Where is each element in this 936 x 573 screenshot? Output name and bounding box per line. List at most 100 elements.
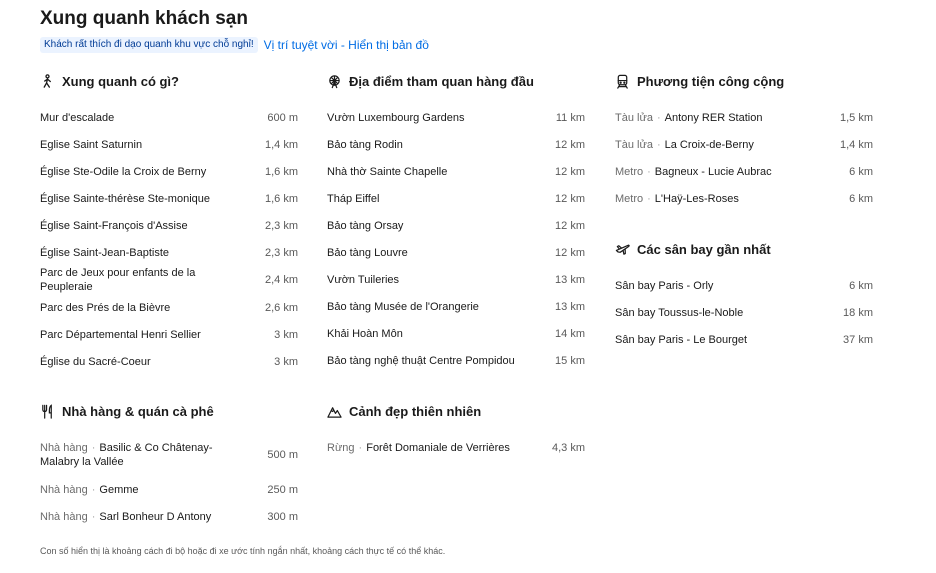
place-name: Metro · L'Haÿ-Les-Roses xyxy=(615,192,739,206)
section-attractions-header: Địa điểm tham quan hàng đầu xyxy=(327,72,585,90)
place-name: Sân bay Paris - Le Bourget xyxy=(615,333,747,347)
place-name-text: Parc des Prés de la Bièvre xyxy=(40,301,171,314)
list-item: Parc de Jeux pour enfants de la Peuplera… xyxy=(40,266,298,294)
list-item: Église Saint-François d'Assise 2,3 km xyxy=(40,212,298,239)
place-distance: 12 km xyxy=(555,246,585,259)
place-distance: 500 m xyxy=(267,449,298,461)
place-name-text: Forêt Domaniale de Verrières xyxy=(366,441,510,454)
nature-list: Rừng · Forêt Domaniale de Verrières 4,3 km xyxy=(327,434,585,461)
place-distance: 1,6 km xyxy=(264,192,298,205)
place-name: Bảo tàng Orsay xyxy=(327,219,403,233)
place-name-text: Église du Sacré-Coeur xyxy=(40,355,151,368)
list-item: Bảo tàng nghệ thuật Centre Pompidou 15 km xyxy=(327,347,585,374)
show-map-link[interactable]: Vị trí tuyệt vời - Hiển thị bản đồ xyxy=(264,38,429,52)
place-name: Nhà hàng · Sarl Bonheur D Antony xyxy=(40,510,211,524)
section-transit-header: Phương tiện công cộng xyxy=(615,72,873,90)
section-attractions-title: Địa điểm tham quan hàng đầu xyxy=(349,73,534,89)
place-distance: 12 km xyxy=(555,192,585,205)
section-transit: Phương tiện công cộng Tàu lửa · Antony RER… xyxy=(615,72,873,212)
ferris-wheel-icon xyxy=(329,74,340,88)
list-item: Église Saint-Jean-Baptiste 2,3 km xyxy=(40,239,298,266)
place-name-text: Sân bay Toussus-le-Noble xyxy=(615,306,744,319)
list-item: Parc Départemental Henri Sellier 3 km xyxy=(40,321,298,348)
place-name-text: Bảo tàng Rodin xyxy=(327,138,403,151)
place-name-text: Bảo tàng nghệ thuật Centre Pompidou xyxy=(327,354,515,367)
list-item: Église Sainte-thérèse Ste-monique 1,6 km xyxy=(40,185,298,212)
place-name: Tàu lửa · Antony RER Station xyxy=(615,111,762,125)
place-distance: 2,3 km xyxy=(264,246,298,259)
list-item: Khải Hoàn Môn 14 km xyxy=(327,320,585,347)
walking-person-icon xyxy=(43,73,51,88)
list-item: Église Ste-Odile la Croix de Berny 1,6 km xyxy=(40,158,298,185)
list-item: Nhà hàng · Basilic & Co Châtenay-Malabry l… xyxy=(40,434,298,476)
place-name: Metro · Bagneux - Lucie Aubrac xyxy=(615,165,772,179)
place-name: Bảo tàng Musée de l'Orangerie xyxy=(327,300,479,314)
place-distance: 1,6 km xyxy=(264,165,298,178)
section-restaurants: Nhà hàng & quán cà phê Nhà hàng · Basilic … xyxy=(40,402,298,530)
list-item: Sân bay Paris - Orly 6 km xyxy=(615,272,873,299)
list-item: Tàu lửa · Antony RER Station 1,5 km xyxy=(615,104,873,131)
place-name: Nhà hàng · Gemme xyxy=(40,483,139,497)
place-name: Khải Hoàn Môn xyxy=(327,327,403,341)
place-name: Parc de Jeux pour enfants de la Peuplera… xyxy=(40,266,245,294)
place-name: Église du Sacré-Coeur xyxy=(40,355,151,369)
place-name-text: Sân bay Paris - Orly xyxy=(615,279,714,292)
list-item: Metro · Bagneux - Lucie Aubrac 6 km xyxy=(615,158,873,185)
separator-dot: · xyxy=(647,192,651,205)
place-distance: 15 km xyxy=(555,354,585,367)
separator-dot: · xyxy=(358,441,363,454)
place-category: Nhà hàng xyxy=(40,510,88,523)
place-category: Tàu lửa xyxy=(615,111,653,124)
separator-dot: · xyxy=(91,483,96,496)
place-distance: 13 km xyxy=(555,300,585,313)
list-item: Nhà hàng · Gemme 250 m xyxy=(40,476,298,503)
place-distance: 4,3 km xyxy=(551,441,585,454)
place-name-text: Église Saint-François d'Assise xyxy=(40,219,188,232)
list-item: Nhà thờ Sainte Chapelle 12 km xyxy=(327,158,585,185)
guest-favorite-badge: Khách rất thích đi dạo quanh khu vực chỗ… xyxy=(40,37,258,53)
place-name: Vườn Tuileries xyxy=(327,273,399,287)
transit-list: Tàu lửa · Antony RER Station 1,5 km Tàu lửa ·… xyxy=(615,104,873,212)
section-nature-header: Cảnh đẹp thiên nhiên xyxy=(327,402,585,420)
place-name-text: La Croix-de-Berny xyxy=(664,138,754,151)
place-name: Nhà hàng · Basilic & Co Châtenay-Malabry l… xyxy=(40,441,245,469)
place-distance: 3 km xyxy=(274,355,298,368)
place-category: Rừng xyxy=(327,441,355,454)
list-item: Vườn Tuileries 13 km xyxy=(327,266,585,293)
section-around-header: Xung quanh có gì? xyxy=(40,72,298,90)
list-item: Tàu lửa · La Croix-de-Berny 1,4 km xyxy=(615,131,873,158)
mountain-icon xyxy=(327,406,342,418)
place-name: Église Sainte-thérèse Ste-monique xyxy=(40,192,210,206)
place-distance: 12 km xyxy=(555,165,585,178)
place-name-text: Khải Hoàn Môn xyxy=(327,327,403,340)
place-name: Bảo tàng nghệ thuật Centre Pompidou xyxy=(327,354,515,368)
place-distance: 250 m xyxy=(267,483,298,496)
place-name-text: Bảo tàng Louvre xyxy=(327,246,408,259)
list-item: Metro · L'Haÿ-Les-Roses 6 km xyxy=(615,185,873,212)
place-name: Tháp Eiffel xyxy=(327,192,379,206)
place-name: Sân bay Toussus-le-Noble xyxy=(615,306,743,320)
list-item: Eglise Saint Saturnin 1,4 km xyxy=(40,131,298,158)
place-name-text: Parc Départemental Henri Sellier xyxy=(40,328,201,341)
list-item: Nhà hàng · Sarl Bonheur D Antony 300 m xyxy=(40,503,298,530)
place-name-text: Sarl Bonheur D Antony xyxy=(99,510,212,523)
place-name-text: Bagneux - Lucie Aubrac xyxy=(654,165,772,178)
place-name-text: Église Ste-Odile la Croix de Berny xyxy=(40,165,207,178)
place-distance: 300 m xyxy=(267,510,298,523)
place-distance: 1,5 km xyxy=(839,111,873,124)
place-name-text: Église Sainte-thérèse Ste-monique xyxy=(40,192,210,205)
place-distance: 12 km xyxy=(555,219,585,232)
place-distance: 6 km xyxy=(849,192,873,205)
place-name: Mur d'escalade xyxy=(40,111,114,125)
list-item: Mur d'escalade 600 m xyxy=(40,104,298,131)
list-item: Rừng · Forêt Domaniale de Verrières 4,3 km xyxy=(327,434,585,461)
place-distance: 2,6 km xyxy=(264,301,298,314)
place-distance: 11 km xyxy=(555,111,585,124)
subtitle-row: Khách rất thích đi dạo quanh khu vực chỗ… xyxy=(40,37,429,53)
place-name: Rừng · Forêt Domaniale de Verrières xyxy=(327,441,510,455)
place-distance: 2,4 km xyxy=(264,274,298,286)
place-name-text: Nhà thờ Sainte Chapelle xyxy=(327,165,448,178)
around-list: Mur d'escalade 600 m Eglise Saint Saturnin… xyxy=(40,104,298,375)
place-distance: 37 km xyxy=(843,333,873,346)
distance-footnote: Con số hiển thị là khoảng cách đi bộ hoặ… xyxy=(40,546,446,556)
